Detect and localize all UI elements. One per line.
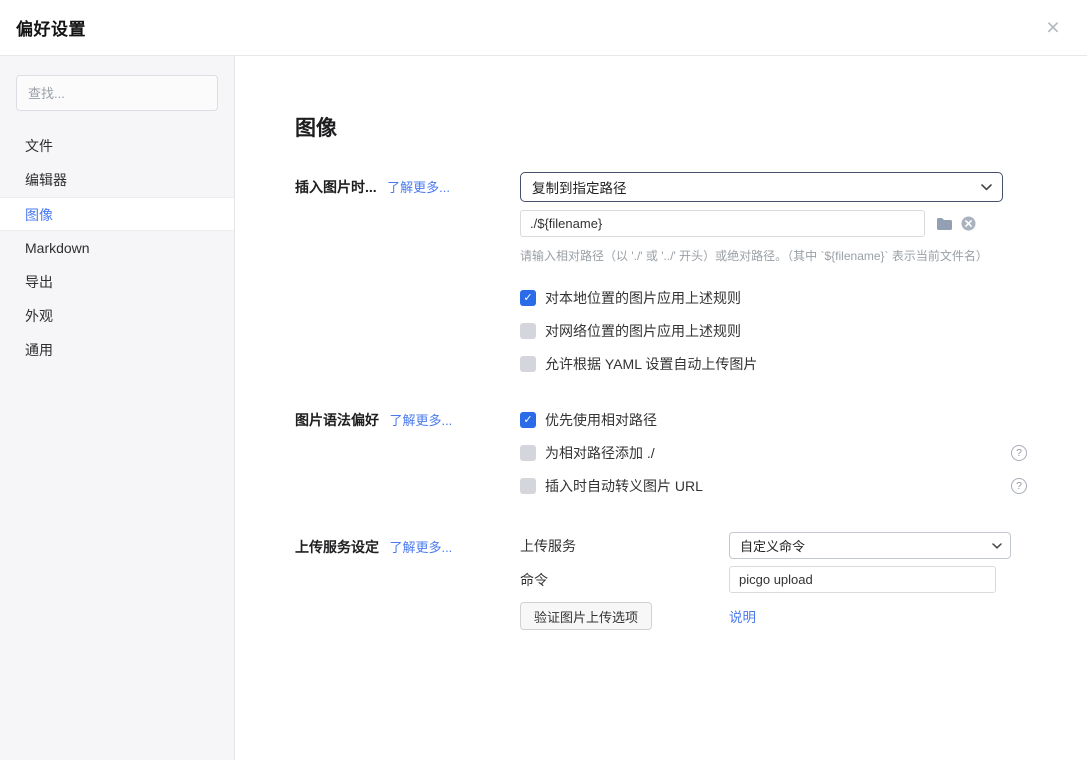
sidebar-item-editor[interactable]: 编辑器 (0, 163, 234, 197)
sidebar: 文件 编辑器 图像 Markdown 导出 外观 通用 (0, 56, 235, 760)
check-icon: ✓ (523, 293, 532, 304)
syntax-learn-more-link[interactable]: 了解更多... (389, 413, 452, 428)
checkbox-relative-path[interactable]: ✓ (520, 412, 536, 428)
checkbox-escape-url[interactable]: ✓ (520, 478, 536, 494)
sidebar-item-markdown[interactable]: Markdown (0, 231, 234, 265)
preferences-window: 偏好设置 × 文件 编辑器 图像 Markdown 导出 外观 通用 图像 插入… (0, 0, 1087, 760)
search-input[interactable] (16, 75, 218, 111)
insert-learn-more-link[interactable]: 了解更多... (387, 180, 450, 195)
command-row: 命令 (520, 566, 1027, 593)
upload-service-label: 上传服务 (520, 536, 729, 556)
insert-image-section: 插入图片时... 了解更多... 复制到指定路径 (295, 172, 1087, 374)
sidebar-item-image[interactable]: 图像 (0, 197, 234, 231)
check-icon: ✓ (523, 415, 532, 426)
clear-icon (961, 216, 976, 231)
image-path-input[interactable] (520, 210, 925, 237)
syntax-section-label: 图片语法偏好 (295, 412, 379, 428)
insert-action-select[interactable]: 复制到指定路径 (520, 172, 1003, 202)
checkbox-yaml-upload[interactable]: ✓ (520, 356, 536, 372)
sidebar-item-export[interactable]: 导出 (0, 265, 234, 299)
check-row-relative-path: ✓ 优先使用相对路径 (520, 410, 1027, 430)
check-row-network-images: ✓ 对网络位置的图片应用上述规则 (520, 321, 1027, 341)
folder-icon (936, 217, 953, 231)
insert-section-label: 插入图片时... (295, 179, 377, 195)
upload-service-section: 上传服务设定 了解更多... 上传服务 自定义命令 命令 (295, 532, 1087, 630)
upload-service-select[interactable]: 自定义命令 (729, 532, 1011, 559)
folder-picker-button[interactable] (936, 217, 953, 231)
help-icon[interactable]: ? (1011, 478, 1027, 494)
clear-path-button[interactable] (961, 216, 976, 231)
command-input[interactable] (729, 566, 996, 593)
help-link[interactable]: 说明 (729, 606, 756, 626)
chevron-down-icon (992, 543, 1002, 549)
upload-service-row: 上传服务 自定义命令 (520, 532, 1027, 559)
check-row-add-dot-slash: ✓ 为相对路径添加 ./ ? (520, 443, 1027, 463)
check-row-escape-url: ✓ 插入时自动转义图片 URL ? (520, 476, 1027, 496)
sidebar-item-appearance[interactable]: 外观 (0, 299, 234, 333)
checkbox-network-images[interactable]: ✓ (520, 323, 536, 339)
search-box (16, 75, 218, 111)
sidebar-nav: 文件 编辑器 图像 Markdown 导出 外观 通用 (0, 129, 234, 367)
upload-learn-more-link[interactable]: 了解更多... (389, 540, 452, 555)
check-row-yaml-upload: ✓ 允许根据 YAML 设置自动上传图片 (520, 354, 1027, 374)
sidebar-item-file[interactable]: 文件 (0, 129, 234, 163)
chevron-down-icon (981, 184, 992, 191)
close-icon: × (1046, 16, 1059, 39)
upload-service-value: 自定义命令 (740, 536, 805, 555)
insert-action-value: 复制到指定路径 (532, 177, 627, 197)
path-hint: 请输入相对路径（以 './' 或 '../' 开头）或绝对路径。（其中 `${f… (520, 247, 1027, 264)
check-row-local-images: ✓ 对本地位置的图片应用上述规则 (520, 288, 1027, 308)
page-title: 图像 (295, 112, 1087, 142)
upload-section-label: 上传服务设定 (295, 539, 379, 555)
window-title: 偏好设置 (16, 15, 86, 40)
help-icon[interactable]: ? (1011, 445, 1027, 461)
sidebar-item-general[interactable]: 通用 (0, 333, 234, 367)
validate-upload-button[interactable]: 验证图片上传选项 (520, 602, 652, 630)
command-label: 命令 (520, 570, 729, 590)
image-syntax-section: 图片语法偏好 了解更多... ✓ 优先使用相对路径 ✓ 为相对路径添加 ./ (295, 410, 1087, 496)
window-header: 偏好设置 × (0, 0, 1087, 56)
close-button[interactable]: × (1039, 13, 1067, 41)
main-content: 图像 插入图片时... 了解更多... 复制到指定路径 (236, 56, 1087, 760)
checkbox-local-images[interactable]: ✓ (520, 290, 536, 306)
checkbox-add-dot-slash[interactable]: ✓ (520, 445, 536, 461)
